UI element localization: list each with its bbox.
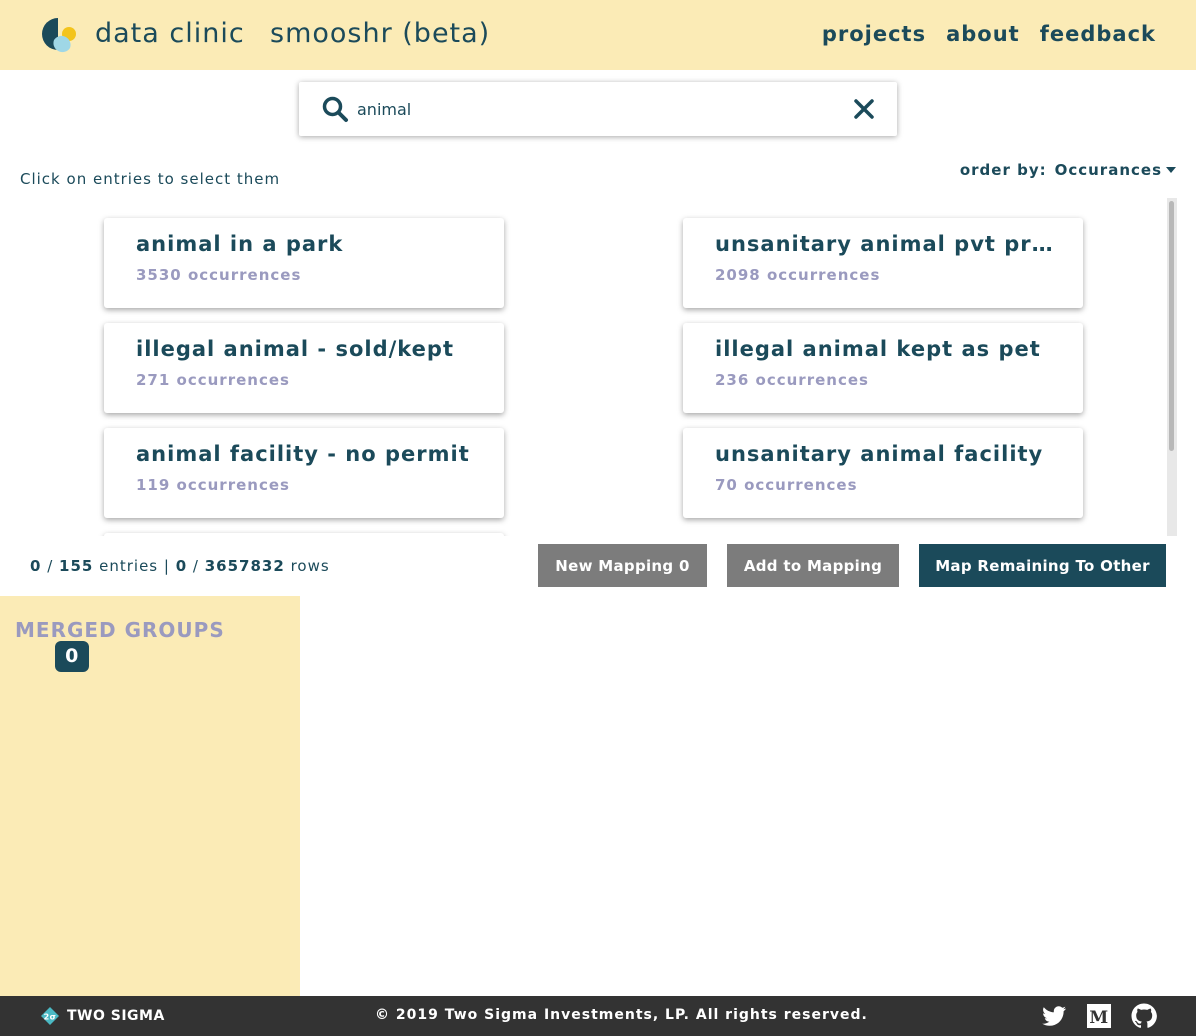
two-sigma-logo[interactable]: 2σ TWO SIGMA — [40, 1006, 165, 1026]
svg-text:2σ: 2σ — [44, 1013, 57, 1022]
app-title[interactable]: smooshr (beta) — [270, 18, 490, 49]
github-icon[interactable] — [1130, 1002, 1158, 1030]
entry-title: animal facility - no permit — [136, 442, 470, 466]
entry-card[interactable]: illegal animal - sold/kept 271 occurrenc… — [104, 323, 504, 413]
order-by-label: order by: — [959, 161, 1047, 179]
entry-count: 3530 occurrences — [136, 266, 302, 284]
two-sigma-icon: 2σ — [41, 1007, 59, 1025]
entry-count: 2098 occurrences — [715, 266, 881, 284]
entry-count: 271 occurrences — [136, 371, 290, 389]
selected-rows-count: 0 — [175, 557, 188, 575]
medium-icon[interactable]: M — [1085, 1002, 1113, 1030]
entries-label: entries — [99, 557, 159, 575]
entry-title: illegal animal - sold/kept — [136, 337, 455, 361]
search-box — [299, 82, 897, 136]
data-clinic-logo-icon[interactable] — [40, 16, 78, 54]
nav-projects[interactable]: projects — [822, 22, 926, 46]
total-entries-count: 155 — [59, 557, 94, 575]
entry-card[interactable]: illegal animal kept as pet 236 occurrenc… — [683, 323, 1083, 413]
total-rows-count: 3657832 — [204, 557, 285, 575]
nav-feedback[interactable]: feedback — [1040, 22, 1156, 46]
map-remaining-button[interactable]: Map Remaining To Other — [919, 544, 1166, 587]
entry-count: 119 occurrences — [136, 476, 290, 494]
footer: 2σ TWO SIGMA © 2019 Two Sigma Investment… — [0, 996, 1196, 1036]
close-icon[interactable] — [853, 98, 875, 120]
nav-about[interactable]: about — [946, 22, 1020, 46]
entry-card[interactable]: unsanitary animal facility 70 occurrence… — [683, 428, 1083, 518]
rows-label: rows — [290, 557, 330, 575]
svg-text:M: M — [1089, 1008, 1108, 1028]
scrollbar-thumb[interactable] — [1169, 201, 1174, 451]
entry-title: illegal animal kept as pet — [715, 337, 1041, 361]
twitter-icon[interactable] — [1040, 1002, 1068, 1030]
header: data clinic smooshr (beta) projects abou… — [0, 0, 1196, 70]
selected-entries-count: 0 — [30, 557, 42, 575]
order-by: order by: Occurances — [960, 161, 1176, 179]
merged-groups-panel: MERGED GROUPS 0 — [0, 596, 300, 996]
entry-count: 70 occurrences — [715, 476, 858, 494]
entry-title: unsanitary animal pvt property — [715, 232, 1055, 256]
social-links: M — [1040, 1002, 1158, 1030]
entry-count: 236 occurrences — [715, 371, 869, 389]
entry-card[interactable]: unsanitary animal pvt property 2098 occu… — [683, 218, 1083, 308]
caret-down-icon — [1166, 167, 1176, 173]
entry-card[interactable]: animal in a park 3530 occurrences — [104, 218, 504, 308]
entry-card[interactable] — [104, 533, 504, 536]
entry-card[interactable]: animal facility - no permit 119 occurren… — [104, 428, 504, 518]
entries-list[interactable]: animal in a park 3530 occurrences unsani… — [0, 198, 1178, 536]
merged-groups-count-badge: 0 — [55, 641, 89, 672]
entry-title: animal in a park — [136, 232, 344, 256]
entries-scrollbar[interactable] — [1167, 198, 1177, 536]
two-sigma-name: TWO SIGMA — [67, 1008, 165, 1024]
merged-groups-title: MERGED GROUPS — [15, 618, 225, 642]
selection-counts: 0 / 155 entries | 0 / 3657832 rows — [30, 557, 330, 575]
brand-name[interactable]: data clinic — [95, 18, 245, 49]
order-by-value: Occurances — [1054, 161, 1162, 179]
entry-title: unsanitary animal facility — [715, 442, 1044, 466]
top-nav: projects about feedback — [822, 22, 1156, 46]
search-icon — [322, 96, 348, 122]
new-mapping-button[interactable]: New Mapping 0 — [538, 544, 707, 587]
search-input[interactable] — [357, 94, 827, 124]
select-hint: Click on entries to select them — [20, 170, 281, 188]
copyright-text: © 2019 Two Sigma Investments, LP. All ri… — [375, 1007, 868, 1023]
add-to-mapping-button[interactable]: Add to Mapping — [727, 544, 899, 587]
order-by-select[interactable]: Occurances — [1055, 161, 1176, 179]
